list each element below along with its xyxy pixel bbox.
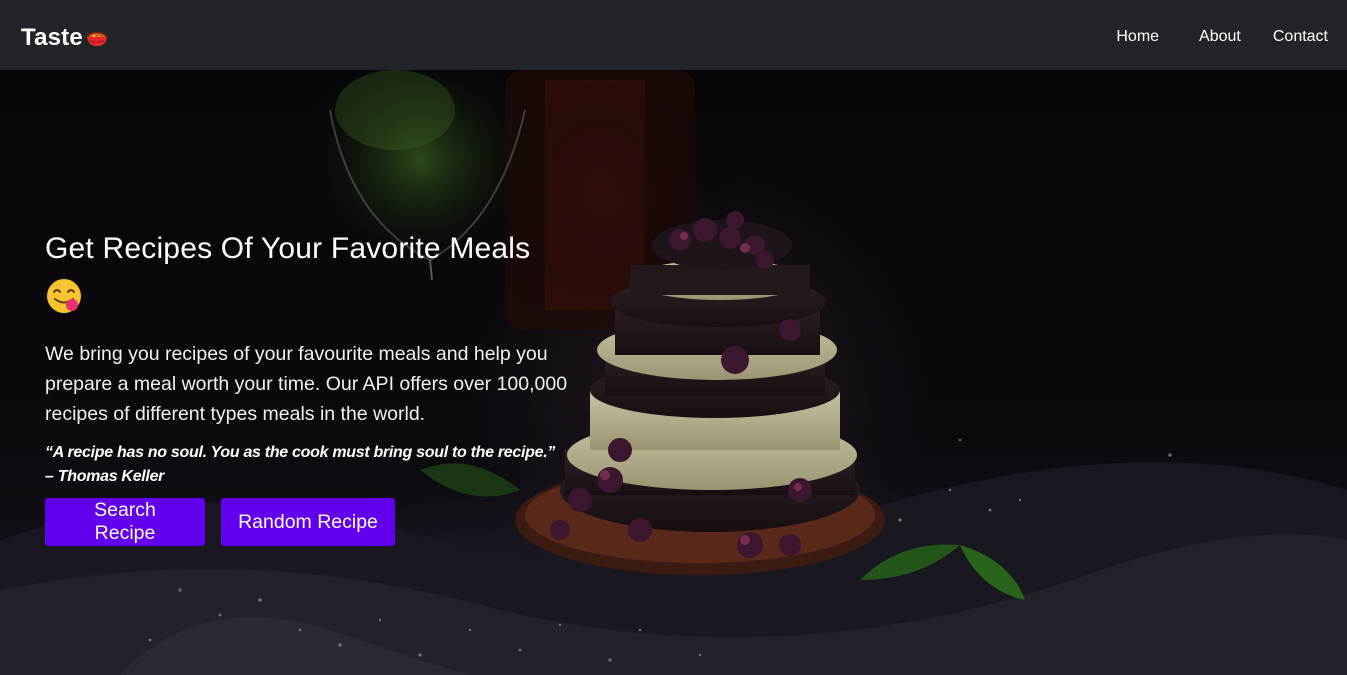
hero-description: We bring you recipes of your favourite m… [45, 343, 568, 425]
hero-quote: “A recipe has no soul. You as the cook m… [45, 444, 556, 485]
navbar: Taste Home About Contact [0, 0, 1347, 70]
yum-face-icon [47, 279, 81, 313]
food-bowl-icon [86, 32, 107, 46]
hero-section: Get Recipes Of Your Favorite Meals We br… [0, 70, 1347, 675]
nav-contact-link[interactable]: Contact [1273, 28, 1328, 46]
search-recipe-button[interactable]: Search Recipe [45, 498, 205, 546]
brand-logo[interactable]: Taste [21, 24, 109, 52]
nav-home-link[interactable]: Home [1116, 28, 1159, 46]
brand-name: Taste [21, 24, 83, 51]
hero-content: Get Recipes Of Your Favorite Meals We br… [45, 225, 585, 546]
hero-buttons: Search Recipe Random Recipe [45, 498, 585, 546]
random-recipe-button[interactable]: Random Recipe [221, 498, 395, 546]
hero-title: Get Recipes Of Your Favorite Meals [45, 232, 531, 265]
nav-about-link[interactable]: About [1199, 28, 1241, 46]
nav-links: Home About Contact [1116, 28, 1328, 46]
